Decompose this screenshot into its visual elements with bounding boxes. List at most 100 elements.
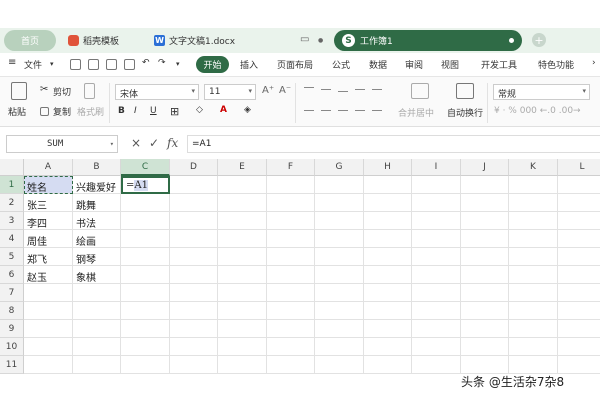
row-header-8[interactable]: 8: [0, 302, 24, 320]
tab-workbook[interactable]: S 工作簿1: [334, 30, 522, 51]
menu-insert[interactable]: 插入: [240, 58, 258, 71]
cell-b1[interactable]: 兴趣爱好: [73, 176, 121, 194]
font-name-select[interactable]: 宋体 ▾: [115, 84, 199, 100]
merge-icon[interactable]: [411, 83, 429, 99]
cell-l11[interactable]: [558, 356, 600, 374]
cell-d2[interactable]: [170, 194, 218, 212]
cell-e7[interactable]: [218, 284, 267, 302]
cell-d9[interactable]: [170, 320, 218, 338]
cell-j11[interactable]: [461, 356, 509, 374]
cell-d7[interactable]: [170, 284, 218, 302]
formula-input[interactable]: =A1: [187, 135, 600, 153]
undo-icon[interactable]: ↶: [142, 58, 150, 68]
cell-e2[interactable]: [218, 194, 267, 212]
row-header-10[interactable]: 10: [0, 338, 24, 356]
cell-g11[interactable]: [315, 356, 364, 374]
cell-e9[interactable]: [218, 320, 267, 338]
cell-c4[interactable]: [121, 230, 170, 248]
cell-h7[interactable]: [364, 284, 412, 302]
row-header-2[interactable]: 2: [0, 194, 24, 212]
cell-d6[interactable]: [170, 266, 218, 284]
cell-i7[interactable]: [412, 284, 461, 302]
cell-g4[interactable]: [315, 230, 364, 248]
cell-k1[interactable]: [509, 176, 558, 194]
menu-data[interactable]: 数据: [369, 58, 387, 71]
cell-g7[interactable]: [315, 284, 364, 302]
underline-icon[interactable]: U: [150, 106, 157, 116]
cell-f7[interactable]: [267, 284, 315, 302]
cell-g10[interactable]: [315, 338, 364, 356]
align-bottom-icon[interactable]: [338, 91, 348, 92]
cell-i3[interactable]: [412, 212, 461, 230]
cell-b7[interactable]: [73, 284, 121, 302]
cell-j8[interactable]: [461, 302, 509, 320]
cell-i5[interactable]: [412, 248, 461, 266]
column-header-h[interactable]: H: [364, 159, 412, 176]
new-tab-plus-icon[interactable]: +: [532, 33, 546, 47]
cut-button[interactable]: 剪切: [53, 85, 71, 98]
cell-j4[interactable]: [461, 230, 509, 248]
redo-icon[interactable]: ↷: [158, 58, 166, 68]
column-header-j[interactable]: J: [461, 159, 509, 176]
name-box[interactable]: SUM ▾: [6, 135, 118, 153]
cell-l8[interactable]: [558, 302, 600, 320]
cell-b11[interactable]: [73, 356, 121, 374]
cell-f1[interactable]: [267, 176, 315, 194]
cell-a9[interactable]: [24, 320, 73, 338]
cell-e3[interactable]: [218, 212, 267, 230]
cell-i4[interactable]: [412, 230, 461, 248]
cell-d4[interactable]: [170, 230, 218, 248]
export-icon[interactable]: [88, 59, 99, 70]
cell-d5[interactable]: [170, 248, 218, 266]
menu-review[interactable]: 审阅: [405, 58, 423, 71]
align-middle-icon[interactable]: [321, 89, 331, 90]
eraser-icon[interactable]: ◈: [244, 105, 251, 115]
cell-g3[interactable]: [315, 212, 364, 230]
cell-i8[interactable]: [412, 302, 461, 320]
copy-button[interactable]: 复制: [53, 105, 71, 118]
menu-file[interactable]: 文件: [24, 58, 42, 71]
cell-c5[interactable]: [121, 248, 170, 266]
cell-a10[interactable]: [24, 338, 73, 356]
cell-g9[interactable]: [315, 320, 364, 338]
cell-e10[interactable]: [218, 338, 267, 356]
paste-button[interactable]: 粘贴: [8, 105, 26, 118]
cell-e6[interactable]: [218, 266, 267, 284]
row-header-4[interactable]: 4: [0, 230, 24, 248]
cell-c9[interactable]: [121, 320, 170, 338]
row-header-7[interactable]: 7: [0, 284, 24, 302]
cell-f11[interactable]: [267, 356, 315, 374]
wrap-text-button[interactable]: 自动换行: [447, 106, 483, 119]
quick-access-chevron-icon[interactable]: ▾: [176, 60, 180, 68]
print-icon[interactable]: [106, 59, 117, 70]
tab-home[interactable]: 首页: [4, 30, 56, 51]
cell-i9[interactable]: [412, 320, 461, 338]
paste-icon[interactable]: [11, 82, 27, 100]
align-center-icon[interactable]: [321, 110, 331, 111]
cell-b4[interactable]: 绘画: [73, 230, 121, 248]
merge-center-button[interactable]: 合并居中: [398, 106, 434, 119]
cell-b9[interactable]: [73, 320, 121, 338]
confirm-icon[interactable]: ✓: [149, 136, 159, 150]
column-header-a[interactable]: A: [24, 159, 73, 176]
cell-k11[interactable]: [509, 356, 558, 374]
cell-a5[interactable]: 郑飞: [24, 248, 73, 266]
cell-h1[interactable]: [364, 176, 412, 194]
cell-j7[interactable]: [461, 284, 509, 302]
cell-f2[interactable]: [267, 194, 315, 212]
column-header-e[interactable]: E: [218, 159, 267, 176]
column-header-k[interactable]: K: [509, 159, 558, 176]
cell-l4[interactable]: [558, 230, 600, 248]
cell-e1[interactable]: [218, 176, 267, 194]
row-header-5[interactable]: 5: [0, 248, 24, 266]
cell-d8[interactable]: [170, 302, 218, 320]
file-chevron-icon[interactable]: ▾: [50, 60, 54, 68]
column-header-g[interactable]: G: [315, 159, 364, 176]
cell-f5[interactable]: [267, 248, 315, 266]
cell-i6[interactable]: [412, 266, 461, 284]
cell-a4[interactable]: 周佳: [24, 230, 73, 248]
cell-c3[interactable]: [121, 212, 170, 230]
font-size-select[interactable]: 11 ▾: [204, 84, 256, 100]
cell-h11[interactable]: [364, 356, 412, 374]
cell-l3[interactable]: [558, 212, 600, 230]
